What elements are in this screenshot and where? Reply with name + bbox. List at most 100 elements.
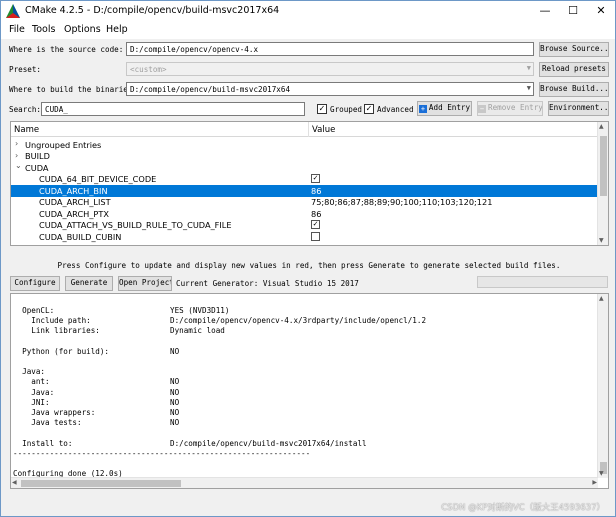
row-name: Ungrouped Entries (25, 139, 102, 150)
build-label: Where to build the binaries: (9, 85, 138, 94)
grouped-checkbox[interactable]: ✓ (317, 104, 327, 114)
scroll-down-icon[interactable]: ▼ (599, 470, 604, 477)
menu-options[interactable]: Options (64, 24, 101, 35)
table-row[interactable]: › BUILD (11, 151, 598, 163)
output-line-value: NO (170, 418, 180, 428)
preset-label: Preset: (9, 65, 42, 74)
row-value-checkbox[interactable]: ✓ (311, 220, 320, 229)
output-line-value: NO (170, 408, 180, 417)
output-hscrollbar[interactable]: ◀ ▶ (11, 477, 598, 488)
output-line-value: NO (170, 397, 180, 407)
column-header-name[interactable]: Name (14, 125, 39, 135)
cmake-logo-icon (6, 4, 20, 18)
watermark: CSDN @KP对斯的VC（版大王4593637） (441, 503, 605, 513)
output-line-key: Java wrappers: (13, 408, 96, 417)
scroll-right-icon[interactable]: ▶ (592, 479, 597, 486)
row-value[interactable]: 86 (311, 209, 321, 219)
table-row[interactable]: CUDA_ARCH_BIN 86 (11, 185, 598, 197)
browse-source-button[interactable]: Browse Source... (539, 42, 609, 57)
row-value[interactable]: 75;80;86;87;88;89;90;100;110;103;120;121 (311, 197, 492, 207)
output-line-value: Dynamic load (170, 326, 225, 336)
open-project-button[interactable]: Open Project (118, 276, 172, 291)
table-row[interactable]: CUDA_ARCH_PTX 86 (11, 208, 598, 220)
expand-arrow-icon[interactable]: › (15, 139, 18, 148)
scroll-up-icon[interactable]: ▲ (599, 123, 604, 130)
add-icon: + (418, 105, 427, 113)
close-button[interactable]: ✕ (587, 1, 615, 22)
row-name: BUILD (25, 151, 50, 161)
row-value-checkbox[interactable]: ✓ (311, 174, 320, 183)
cmake-window: CMake 4.2.5 - D:/compile/opencv/build-ms… (0, 0, 616, 517)
output-line-key: Java tests: (13, 418, 82, 428)
build-path-combo[interactable]: D:/compile/opencv/build-msvc2017x64 ▼ (126, 82, 534, 96)
title-bar: CMake 4.2.5 - D:/compile/opencv/build-ms… (1, 1, 615, 22)
table-row[interactable]: ⌄ CUDA (11, 161, 598, 174)
add-entry-button[interactable]: + Add Entry (417, 101, 472, 116)
configure-hint: Press Configure to update and display ne… (57, 261, 561, 270)
table-row[interactable]: CUDA_ATTACH_VS_BUILD_RULE_TO_CUDA_FILE ✓ (11, 220, 598, 232)
maximize-button[interactable]: ☐ (559, 1, 587, 22)
reload-presets-button[interactable]: Reload presets (539, 62, 609, 77)
advanced-label: Advanced (377, 105, 414, 114)
environment-button[interactable]: Environment... (548, 101, 609, 116)
output-line-value: D:/compile/opencv/build-msvc2017x64/inst… (170, 438, 367, 448)
row-name: CUDA_ARCH_BIN (39, 185, 108, 196)
output-vscrollbar[interactable]: ▲ ▼ (597, 294, 608, 478)
menu-help[interactable]: Help (106, 24, 128, 35)
output-line-key: OpenCL: (13, 306, 55, 315)
menu-tools[interactable]: Tools (32, 24, 55, 35)
browse-build-button[interactable]: Browse Build... (539, 82, 609, 97)
output-line-value: NO (170, 377, 180, 387)
output-line-key: ant: (13, 377, 50, 387)
table-header: Name Value (11, 122, 598, 137)
preset-select[interactable]: <custom> ▼ (126, 62, 534, 76)
row-name: CUDA_64_BIT_DEVICE_CODE (39, 174, 157, 184)
expand-arrow-icon[interactable]: › (15, 151, 18, 160)
table-row[interactable]: CUDA_BUILD_CUBIN (11, 231, 598, 243)
search-input[interactable]: CUDA_ (41, 102, 305, 116)
advanced-checkbox[interactable]: ✓ (364, 104, 374, 114)
scroll-thumb[interactable] (21, 480, 181, 487)
row-name: CUDA_ARCH_LIST (39, 197, 111, 207)
scroll-down-icon[interactable]: ▼ (599, 237, 604, 244)
row-value-checkbox[interactable] (311, 231, 320, 241)
row-name: CUDA (25, 162, 49, 173)
scroll-up-icon[interactable]: ▲ (599, 295, 604, 302)
table-row[interactable]: CUDA_64_BIT_DEVICE_CODE ✓ (11, 174, 598, 186)
source-label: Where is the source code: (9, 45, 124, 54)
output-line-key: Java: (13, 387, 55, 397)
output-line-key: Python (for build): (13, 346, 110, 356)
build-path-value: D:/compile/opencv/build-msvc2017x64 (130, 85, 291, 94)
menu-file[interactable]: File (9, 24, 25, 35)
scroll-left-icon[interactable]: ◀ (12, 479, 17, 486)
row-name: CUDA_ARCH_PTX (39, 208, 109, 219)
window-title: CMake 4.2.5 - D:/compile/opencv/build-ms… (25, 5, 280, 16)
output-line-key: Include path: (13, 316, 91, 326)
generate-button[interactable]: Generate (65, 276, 113, 291)
source-path-field[interactable]: D:/compile/opencv/opencv-4.x (126, 42, 534, 56)
output-line-value: D:/compile/opencv/opencv-4.x/3rdparty/in… (170, 316, 427, 326)
progress-bar (477, 276, 608, 288)
remove-entry-label: Remove Entry (488, 103, 543, 112)
chevron-down-icon: ▼ (526, 84, 531, 92)
table-row[interactable]: CUDA_ARCH_LIST 75;80;86;87;88;89;90;100;… (11, 197, 598, 209)
remove-icon: − (478, 105, 486, 113)
table-scrollbar[interactable]: ▲ ▼ (597, 122, 608, 245)
row-value[interactable]: 86 (311, 186, 321, 196)
output-log[interactable]: OpenCL: YES (NVD3D11) Include path: D:/com… (10, 293, 609, 489)
preset-value: <custom> (130, 65, 167, 74)
output-line-key: ----------------------------------------… (13, 448, 311, 458)
current-generator: Current Generator: Visual Studio 15 2017 (176, 279, 359, 288)
configure-button[interactable]: Configure (10, 276, 60, 291)
column-separator (308, 122, 309, 137)
collapse-arrow-icon[interactable]: ⌄ (15, 161, 22, 170)
scroll-thumb[interactable] (600, 136, 607, 196)
cache-table[interactable]: Name Value › Ungrouped Entries › BUILD ⌄… (10, 121, 609, 246)
remove-entry-button[interactable]: − Remove Entry (477, 101, 543, 116)
output-line-key: Link libraries: (13, 326, 100, 336)
output-line-value: NO (170, 346, 180, 356)
table-row[interactable]: › Ungrouped Entries (11, 139, 598, 151)
column-header-value[interactable]: Value (312, 125, 335, 135)
minimize-button[interactable]: — (531, 1, 559, 22)
output-line-value: NO (170, 387, 180, 397)
